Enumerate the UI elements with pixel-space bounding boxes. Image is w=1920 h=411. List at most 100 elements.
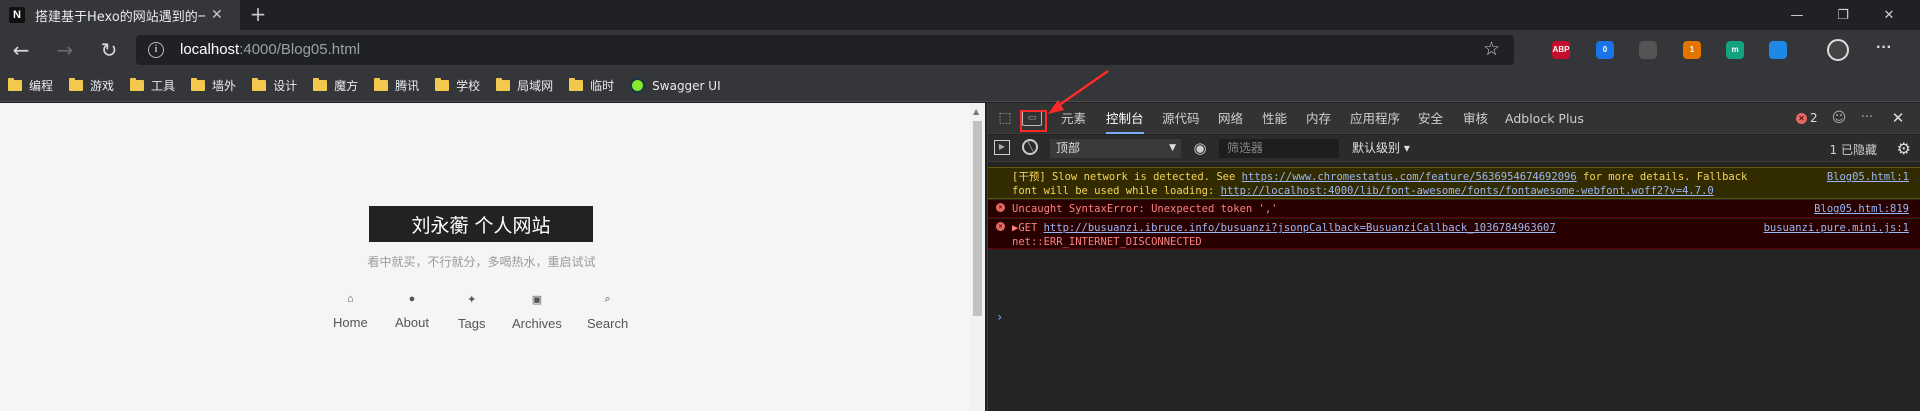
warning-source-link[interactable]: Blog05.html:1 [1827,170,1909,184]
clear-console-icon[interactable]: ╲ [1022,139,1038,155]
bookmark-folder[interactable]: 工具 [130,77,175,94]
context-select[interactable]: 顶部 ▼ [1050,139,1181,158]
web-page: 刘永蘅 个人网站 看中就买，不行就分，多喝热水，重启试试 ⌂ Home ● About… [0,103,985,411]
warning-link[interactable]: https://www.chromestatus.com/feature/563… [1242,171,1577,183]
folder-icon [130,78,145,91]
close-window-button[interactable]: ✕ [1866,0,1912,30]
devtools-tab[interactable]: 网络 [1218,103,1243,134]
profile-avatar-icon[interactable] [1827,39,1849,61]
extension-icon[interactable]: ABP [1552,41,1570,59]
bookmark-folder[interactable]: 临时 [569,77,614,94]
error-count: 2 [1810,111,1818,125]
bookmark-folder[interactable]: 腾讯 [374,77,419,94]
browser-tab[interactable]: N 搭建基于Hexo的网站遇到的一些 ✕ [0,0,240,30]
gear-icon[interactable]: ⚙ [1897,139,1911,158]
folder-icon [69,78,84,91]
devtools-tab[interactable]: 性能 [1262,103,1287,134]
extension-icon[interactable] [1769,41,1787,59]
folder-icon [435,78,450,91]
about-icon: ● [408,293,416,305]
address-bar[interactable]: i localhost:4000/Blog05.html ☆ [136,35,1514,65]
hidden-count: 1 已隐藏 [1829,143,1877,157]
extension-icon[interactable]: 1 [1683,41,1701,59]
devtools-more-icon[interactable]: ··· [1858,109,1876,127]
bookmark-label: 游戏 [90,79,115,93]
bookmark-label: 学校 [456,79,481,93]
devtools-close-icon[interactable]: ✕ [1889,109,1907,127]
favorite-star-icon[interactable]: ☆ [1483,38,1500,60]
site-info-icon[interactable]: i [148,42,164,58]
page-scrollbar[interactable]: ▲ [970,103,985,411]
devtools-tab[interactable]: 安全 [1418,103,1443,134]
error-source-link[interactable]: busuanzi.pure.mini.js:1 [1764,221,1909,235]
scrollbar-thumb[interactable] [973,121,982,316]
folder-icon [252,78,267,91]
site-menu-item-search[interactable]: ⌕ Search [587,293,628,331]
error-expand-text[interactable]: ▶GET [1012,222,1044,234]
devtools-tab[interactable]: 控制台 [1106,103,1144,134]
warning-font-link[interactable]: http://localhost:4000/lib/font-awesome/f… [1221,185,1714,197]
bookmark-folder[interactable]: 学校 [435,77,480,94]
restore-button[interactable]: ❐ [1820,0,1866,30]
site-menu-item-tags[interactable]: ✦ Tags [458,293,485,331]
console-filter-input[interactable]: 筛选器 [1219,139,1339,158]
extension-icon[interactable]: 0 [1596,41,1614,59]
extension-icon[interactable]: m [1726,41,1744,59]
forward-button[interactable]: → [53,38,77,62]
error-source-link[interactable]: Blog05.html:819 [1814,202,1909,216]
devtools-tab[interactable]: 元素 [1061,103,1086,134]
site-menu-item-about[interactable]: ● About [395,293,429,330]
tab-close-icon[interactable]: ✕ [211,7,223,23]
bookmark-label: 墙外 [212,79,237,93]
warning-text-mid: for more details. Fallback [1576,171,1748,183]
devtools-tab[interactable]: Adblock Plus [1505,103,1584,134]
error-counter[interactable]: ✕ 2 [1796,111,1818,125]
bookmark-swagger[interactable]: Swagger UI [630,78,721,93]
site-menu-item-archives[interactable]: ▣ Archives [512,293,562,331]
sidebar-toggle-icon[interactable]: ▶ [994,140,1010,155]
bookmark-folder[interactable]: 游戏 [69,77,114,94]
extension-icon[interactable] [1639,41,1657,59]
swagger-icon [630,78,646,93]
devtools-tab[interactable]: 审核 [1463,103,1488,134]
log-levels-select[interactable]: 默认级别 ▾ [1352,139,1410,156]
site-title-box[interactable]: 刘永蘅 个人网站 [369,206,593,242]
devtools-tab[interactable]: 内存 [1306,103,1331,134]
console-prompt[interactable]: › [996,310,1003,324]
bookmark-folder[interactable]: 墙外 [191,77,236,94]
devtools-tab[interactable]: 源代码 [1162,103,1200,134]
folder-icon [313,78,328,91]
error-icon: ✕ [1796,112,1807,124]
error-request-link[interactable]: http://busuanzi.ibruce.info/busuanzi?jso… [1044,222,1556,234]
bookmark-label: 临时 [590,79,615,93]
scroll-up-icon[interactable]: ▲ [973,107,979,116]
site-menu-label: Home [333,315,368,330]
folder-icon [191,78,206,91]
eye-icon[interactable]: ◉ [1191,139,1209,157]
tags-icon: ✦ [467,294,477,306]
bookmark-folder[interactable]: 设计 [252,77,297,94]
bookmark-folder[interactable]: 局域网 [496,77,553,94]
devtools-tab[interactable]: 应用程序 [1350,103,1400,134]
reload-button[interactable]: ↻ [97,38,121,62]
new-tab-button[interactable]: + [246,3,270,27]
bookmarks-bar: 编程 游戏 工具 墙外 设计 魔方 腾讯 学校 局域网 临时 Swagger UI [0,70,1920,102]
back-button[interactable]: ← [9,38,33,62]
console-warning: [干预] Slow network is detected. See https… [988,167,1920,199]
devtools-panel: ⬚ ▭ 元素 控制台 源代码 网络 性能 内存 应用程序 安全 审核 Adblock Plus ✕… [987,103,1920,411]
bookmark-label: 魔方 [334,79,359,93]
site-menu-item-home[interactable]: ⌂ Home [333,293,368,330]
feedback-icon[interactable]: ☺ [1830,109,1848,127]
bookmark-folder[interactable]: 魔方 [313,77,358,94]
bookmark-folder[interactable]: 编程 [8,77,53,94]
url-text[interactable]: localhost:4000/Blog05.html [180,41,360,58]
settings-more-icon[interactable]: ··· [1872,40,1896,59]
warning-text: [干预] Slow network is detected. See [1012,171,1242,183]
devtools-tabbar: ⬚ ▭ 元素 控制台 源代码 网络 性能 内存 应用程序 安全 审核 Adblock Plus ✕… [988,103,1920,134]
device-emulation-icon[interactable]: ▭ [1022,111,1042,126]
site-menu-label: Search [587,316,629,331]
inspect-element-icon[interactable]: ⬚ [996,109,1014,127]
tab-favicon-icon: N [9,7,25,23]
minimize-button[interactable]: — [1774,0,1820,30]
chevron-down-icon: ▼ [1169,143,1176,153]
